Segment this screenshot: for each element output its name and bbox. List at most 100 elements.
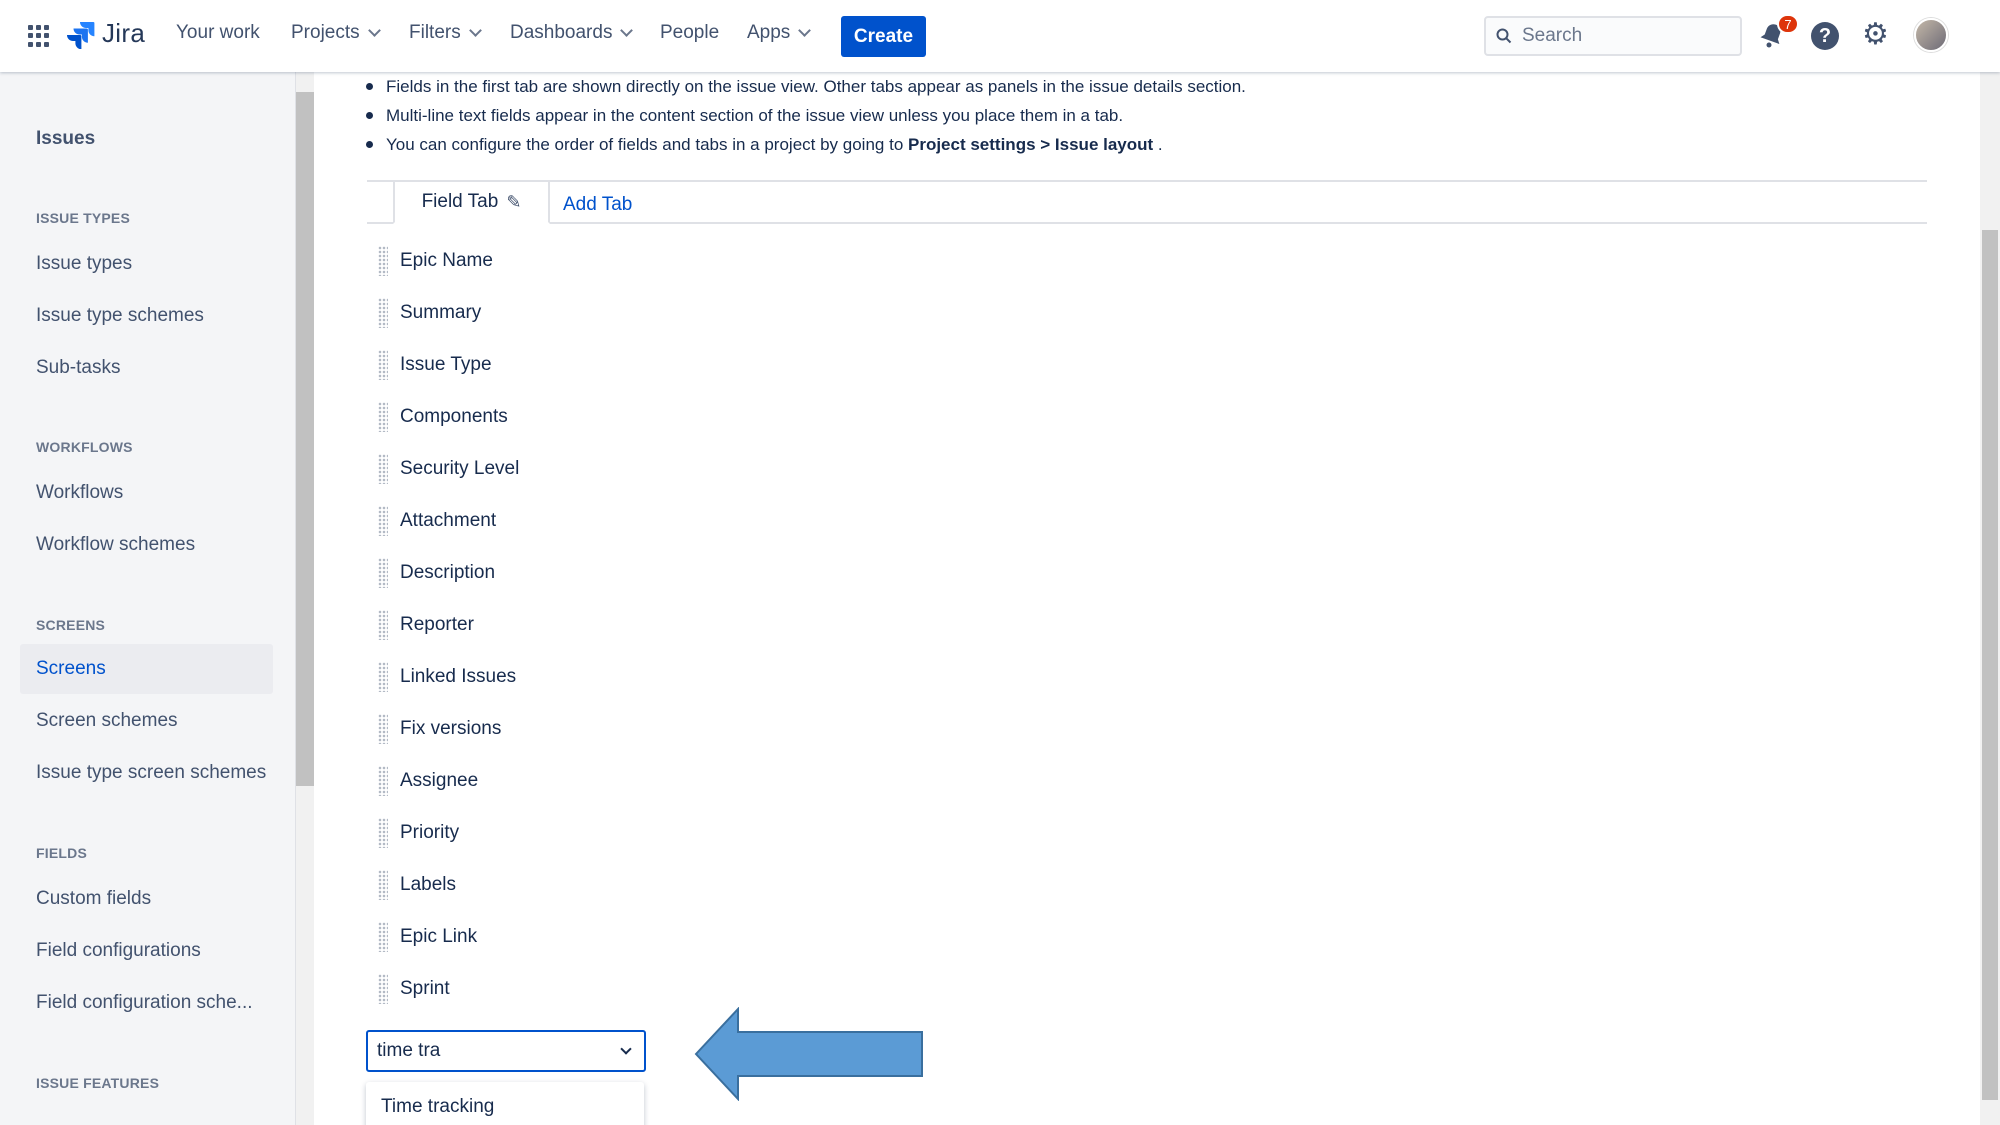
drag-handle-icon[interactable]	[378, 558, 388, 588]
search-box[interactable]	[1484, 16, 1742, 56]
sidebar-item-custom-fields[interactable]: Custom fields	[20, 874, 273, 924]
path-separator: >	[1035, 135, 1055, 154]
drag-handle-icon[interactable]	[378, 350, 388, 380]
field-row[interactable]: Reporter	[378, 605, 474, 645]
tab-field-tab-label: Field Tab	[421, 191, 499, 212]
section-heading-screens: SCREENS	[36, 617, 106, 633]
add-field-select-value: time tra	[377, 1040, 441, 1061]
field-row[interactable]: Summary	[378, 293, 481, 333]
add-tab-link[interactable]: Add Tab	[563, 194, 632, 216]
field-label: Security Level	[400, 458, 520, 479]
field-label: Sprint	[400, 978, 450, 999]
field-row[interactable]: Attachment	[378, 501, 496, 541]
search-input[interactable]	[1522, 25, 1722, 47]
info-bullet-text: Fields in the first tab are shown direct…	[386, 77, 1246, 96]
sidebar: Issues ISSUE TYPES Issue types Issue typ…	[0, 72, 296, 1125]
field-row[interactable]: Sprint	[378, 969, 450, 1009]
field-row[interactable]: Epic Name	[378, 241, 493, 281]
drag-handle-icon[interactable]	[378, 870, 388, 900]
issue-layout-link-text: Issue layout	[1054, 135, 1154, 154]
dropdown-option-time-tracking[interactable]: Time tracking	[366, 1082, 644, 1125]
field-row[interactable]: Priority	[378, 813, 459, 853]
field-label: Epic Link	[400, 926, 478, 947]
section-heading-issue-types: ISSUE TYPES	[36, 210, 131, 226]
sidebar-item-screens[interactable]: Screens	[20, 644, 273, 694]
notification-badge: 7	[1777, 14, 1799, 34]
chevron-down-icon	[367, 23, 381, 37]
app-switcher-icon[interactable]	[28, 25, 50, 47]
drag-handle-icon[interactable]	[378, 610, 388, 640]
search-icon	[1496, 28, 1512, 44]
field-label: Summary	[400, 302, 482, 323]
field-label: Labels	[400, 874, 456, 895]
chevron-down-icon	[798, 23, 812, 37]
tabs-bar: Field Tab ✎ Add Tab	[367, 180, 1927, 224]
field-label: Epic Name	[400, 250, 493, 271]
nav-projects-label: Projects	[291, 22, 360, 43]
drag-handle-icon[interactable]	[378, 454, 388, 484]
field-label: Linked Issues	[400, 666, 517, 687]
nav-your-work-label: Your work	[176, 22, 260, 43]
jira-logo-icon	[67, 21, 95, 49]
help-icon[interactable]: ?	[1811, 22, 1839, 50]
drag-handle-icon[interactable]	[378, 974, 388, 1004]
top-navigation: Jira Your work Projects Filters Dashboar…	[0, 0, 2000, 72]
dropdown-option-label: Time tracking	[381, 1096, 495, 1117]
field-row[interactable]: Components	[378, 397, 508, 437]
info-bullet: Fields in the first tab are shown direct…	[366, 72, 1246, 101]
field-label: Reporter	[400, 614, 474, 635]
field-row[interactable]: Assignee	[378, 761, 478, 801]
drag-handle-icon[interactable]	[378, 766, 388, 796]
field-row[interactable]: Fix versions	[378, 709, 501, 749]
nav-filters-label: Filters	[409, 22, 461, 43]
sidebar-item-workflows[interactable]: Workflows	[20, 468, 273, 518]
field-row[interactable]: Security Level	[378, 449, 519, 489]
sidebar-item-sub-tasks[interactable]: Sub-tasks	[20, 343, 273, 393]
nav-filters[interactable]: Filters	[409, 22, 482, 44]
jira-logo[interactable]: Jira	[66, 18, 145, 49]
sidebar-item-issue-types[interactable]: Issue types	[20, 239, 273, 289]
chevron-down-icon	[620, 23, 634, 37]
sidebar-item-workflow-schemes[interactable]: Workflow schemes	[20, 520, 273, 570]
drag-handle-icon[interactable]	[378, 818, 388, 848]
nav-people[interactable]: People	[660, 22, 719, 44]
sidebar-scrollbar-thumb[interactable]	[296, 92, 314, 786]
settings-gear-icon[interactable]: ⚙	[1862, 20, 1889, 50]
field-row[interactable]: Issue Type	[378, 345, 492, 385]
nav-apps-label: Apps	[747, 22, 791, 43]
chevron-down-icon[interactable]	[620, 1043, 632, 1055]
drag-handle-icon[interactable]	[378, 662, 388, 692]
field-row[interactable]: Labels	[378, 865, 456, 905]
info-bullet-text: You can configure the order of fields an…	[386, 135, 908, 154]
drag-handle-icon[interactable]	[378, 922, 388, 952]
create-button[interactable]: Create	[841, 16, 926, 57]
section-heading-issue-features: ISSUE FEATURES	[36, 1075, 160, 1091]
info-bullets: Fields in the first tab are shown direct…	[366, 72, 1246, 159]
add-field-select[interactable]: time tra	[366, 1030, 646, 1072]
drag-handle-icon[interactable]	[378, 506, 388, 536]
nav-apps[interactable]: Apps	[747, 22, 812, 44]
field-label: Attachment	[400, 510, 497, 531]
field-row[interactable]: Epic Link	[378, 917, 477, 957]
pencil-edit-icon[interactable]: ✎	[506, 192, 521, 213]
sidebar-item-screen-schemes[interactable]: Screen schemes	[20, 696, 273, 746]
sidebar-item-field-configuration-schemes[interactable]: Field configuration sche...	[20, 978, 273, 1028]
sidebar-item-field-configurations[interactable]: Field configurations	[20, 926, 273, 976]
sidebar-item-issue-type-schemes[interactable]: Issue type schemes	[20, 291, 273, 341]
field-row[interactable]: Description	[378, 553, 495, 593]
main-scrollbar-thumb[interactable]	[1982, 230, 1998, 1100]
field-label: Fix versions	[400, 718, 502, 739]
drag-handle-icon[interactable]	[378, 246, 388, 276]
sidebar-item-issue-type-screen-schemes[interactable]: Issue type screen schemes	[20, 748, 273, 798]
tab-field-tab[interactable]: Field Tab ✎	[393, 180, 550, 224]
drag-handle-icon[interactable]	[378, 714, 388, 744]
nav-dashboards[interactable]: Dashboards	[510, 22, 634, 44]
field-row[interactable]: Linked Issues	[378, 657, 516, 697]
drag-handle-icon[interactable]	[378, 298, 388, 328]
user-avatar[interactable]	[1914, 18, 1948, 52]
nav-your-work[interactable]: Your work	[176, 22, 260, 44]
nav-projects[interactable]: Projects	[291, 22, 381, 44]
annotation-arrow-icon	[694, 1007, 923, 1101]
drag-handle-icon[interactable]	[378, 402, 388, 432]
info-bullet: You can configure the order of fields an…	[366, 130, 1246, 159]
